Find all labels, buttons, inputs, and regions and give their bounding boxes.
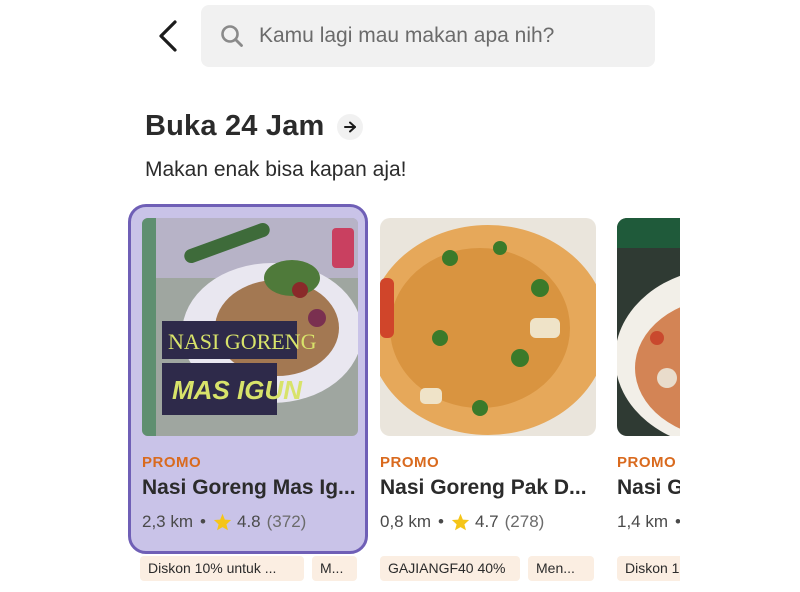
separator-dot: • xyxy=(200,512,206,531)
search-input[interactable] xyxy=(257,23,621,49)
restaurant-card[interactable]: PROMO Nasi Goreng Pak D... 0,8 km • 4.7 … xyxy=(366,204,606,566)
image-text-line1: NASI GORENG xyxy=(168,329,317,354)
review-count: (278) xyxy=(504,512,545,531)
restaurant-card[interactable]: PROMO Nasi G 1,4 km • xyxy=(603,204,680,566)
chevron-left-icon xyxy=(159,20,177,52)
discount-tag[interactable]: GAJIANGF40 40% xyxy=(380,556,520,581)
rating: 4.7 xyxy=(474,512,499,531)
section-subtitle: Makan enak bisa kapan aja! xyxy=(145,158,407,181)
restaurant-carousel[interactable]: NASI GORENG MAS IGUN PROMO Nasi Goreng M… xyxy=(128,204,680,590)
search-icon xyxy=(219,23,245,49)
back-button[interactable] xyxy=(148,16,188,56)
promo-label: PROMO xyxy=(380,454,440,471)
distance: 0,8 km xyxy=(380,512,432,531)
search-bar[interactable] xyxy=(201,5,655,67)
restaurant-meta: 2,3 km • 4.8 (372) xyxy=(142,512,306,532)
discount-tag[interactable]: Diskon 1 xyxy=(617,556,680,581)
section-title: Buka 24 Jam xyxy=(145,110,325,142)
restaurant-image: NASI GORENG MAS IGUN xyxy=(142,218,358,436)
restaurant-image xyxy=(617,218,680,436)
discount-tag[interactable]: M... xyxy=(312,556,357,581)
see-all-button[interactable] xyxy=(336,113,363,140)
review-count: (372) xyxy=(266,512,307,531)
section-header: Buka 24 Jam xyxy=(145,110,363,143)
restaurant-name: Nasi G xyxy=(617,476,680,499)
distance: 2,3 km xyxy=(142,512,194,531)
promo-label: PROMO xyxy=(617,454,677,471)
arrow-right-icon xyxy=(343,121,356,132)
star-icon xyxy=(213,513,232,531)
restaurant-name: Nasi Goreng Pak D... xyxy=(380,476,587,499)
restaurant-image xyxy=(380,218,596,436)
rating: 4.8 xyxy=(236,512,261,531)
star-icon xyxy=(451,513,470,531)
separator-dot: • xyxy=(438,512,444,531)
image-text-line2: MAS IGUN xyxy=(172,375,303,405)
restaurant-name: Nasi Goreng Mas Ig... xyxy=(142,476,356,499)
restaurant-card[interactable]: NASI GORENG MAS IGUN PROMO Nasi Goreng M… xyxy=(128,204,368,554)
restaurant-meta: 1,4 km • xyxy=(617,512,680,532)
separator-dot: • xyxy=(675,512,680,532)
discount-tag[interactable]: Diskon 10% untuk ... xyxy=(140,556,304,581)
distance: 1,4 km xyxy=(617,512,669,531)
discount-tag[interactable]: Men... xyxy=(528,556,594,581)
restaurant-meta: 0,8 km • 4.7 (278) xyxy=(380,512,544,532)
promo-label: PROMO xyxy=(142,454,202,471)
